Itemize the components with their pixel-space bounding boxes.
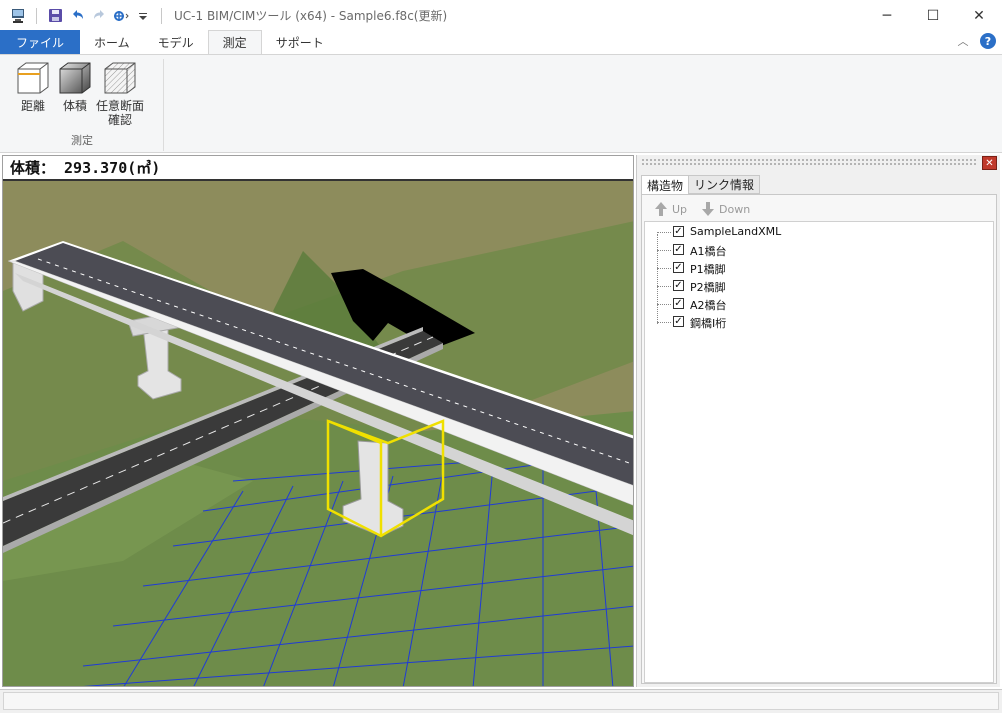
bridge-scene[interactable] [3,181,634,687]
structure-tree: ✓ SampleLandXML ✓ A1橋台 ✓ P1橋脚 ✓ P2橋脚 ✓ A… [644,221,994,683]
3d-viewport[interactable]: 体積： 293.370(㎥) [2,155,634,687]
tree-checkbox[interactable]: ✓ [673,262,684,273]
tree-item[interactable]: ✓ 鋼橋I桁 [645,313,985,331]
panel-grip[interactable] [641,158,977,166]
tree-branch [657,232,671,233]
tree-checkbox[interactable]: ✓ [673,316,684,327]
app-icon[interactable] [8,6,28,26]
ribbon-right-controls: ︿ ? [956,33,996,49]
tab-file[interactable]: ファイル [0,30,81,54]
collapse-ribbon-icon[interactable]: ︿ [956,34,970,48]
tree-item-label: A2橋台 [690,299,727,312]
ribbon-group-measure: 距離 体積 任意断面 確認 測定 [10,59,164,151]
volume-button[interactable]: 体積 [58,61,92,113]
distance-button[interactable]: 距離 [16,61,50,113]
down-arrow-icon [702,202,715,216]
maximize-button[interactable]: ☐ [910,0,956,31]
tree-item-label: SampleLandXML [690,225,782,238]
tree-branch [657,322,671,323]
window-title: UC-1 BIM/CIMツール (x64) - Sample6.f8c(更新) [174,9,448,23]
title-bar: UC-1 BIM/CIMツール (x64) - Sample6.f8c(更新) … [0,0,1002,31]
tree-item[interactable]: ✓ P1橋脚 [645,259,985,277]
help-icon[interactable]: ? [980,33,996,49]
redo-icon[interactable] [89,6,109,26]
tree-branch [657,250,671,251]
ribbon-group-label: 測定 [71,134,93,147]
ribbon-tab-bar: ファイル ホーム モデル 測定 サポート [0,30,1002,55]
up-label: Up [672,202,688,216]
panel-close-button[interactable]: ✕ [982,156,997,170]
tab-measure[interactable]: 測定 [207,30,262,54]
down-label: Down [719,202,751,216]
order-controls: Up Down [654,201,750,217]
panel-content: Up Down ✓ SampleLandXML ✓ A1橋台 ✓ P1橋脚 ✓ … [641,194,997,684]
view-options-icon[interactable] [111,6,131,26]
customize-toolbar-icon[interactable] [133,6,153,26]
tab-structures[interactable]: 構造物 [641,175,690,195]
tree-checkbox[interactable]: ✓ [673,298,684,309]
tree-checkbox[interactable]: ✓ [673,280,684,291]
panel-tabs: 構造物 リンク情報 [641,175,761,195]
minimize-button[interactable]: ─ [864,0,910,31]
tree-branch [657,286,671,287]
tab-link-info[interactable]: リンク情報 [688,175,761,194]
tree-branch [657,304,671,305]
quick-access-toolbar: UC-1 BIM/CIMツール (x64) - Sample6.f8c(更新) [0,0,447,31]
save-icon[interactable] [45,6,65,26]
tree-item-label: 鋼橋I桁 [690,317,727,330]
structure-panel: ✕ 構造物 リンク情報 Up Down ✓ SampleLandXML ✓ A1… [636,155,1000,687]
undo-icon[interactable] [67,6,87,26]
tree-checkbox[interactable]: ✓ [673,244,684,255]
tree-item-label: P1橋脚 [690,263,726,276]
volume-label: 体積 [62,99,87,113]
tree-item[interactable]: ✓ A2橋台 [645,295,985,313]
distance-cube-icon [17,62,49,94]
tab-home[interactable]: ホーム [80,31,144,54]
volume-cube-icon [59,62,91,94]
tree-item[interactable]: ✓ A1橋台 [645,241,985,259]
section-cube-icon [104,62,136,94]
tree-item-label: P2橋脚 [690,281,726,294]
tab-model[interactable]: モデル [144,31,208,54]
tree-item-label: A1橋台 [690,245,727,258]
tree-item[interactable]: ✓ P2橋脚 [645,277,985,295]
ribbon-panel: 距離 体積 任意断面 確認 測定 [0,55,1002,153]
toolbar-separator [161,7,162,24]
distance-label: 距離 [20,99,45,113]
tab-support[interactable]: サポート [262,31,338,54]
tree-checkbox[interactable]: ✓ [673,226,684,237]
tree-branch [657,268,671,269]
tree-item[interactable]: ✓ SampleLandXML [645,223,985,241]
arbitrary-section-label: 任意断面 [96,99,145,113]
close-button[interactable]: ✕ [956,0,1002,31]
window-controls: ─ ☐ ✕ [864,0,1002,31]
volume-readout: 体積： 293.370(㎥) [3,156,633,181]
toolbar-separator [36,7,37,24]
status-bar [0,689,1002,713]
arbitrary-section-button[interactable]: 任意断面 確認 [96,61,144,127]
down-button[interactable]: Down [701,201,750,217]
status-field [3,692,999,710]
up-arrow-icon [655,202,667,216]
arbitrary-section-label-2: 確認 [108,113,133,127]
up-button[interactable]: Up [654,201,687,217]
